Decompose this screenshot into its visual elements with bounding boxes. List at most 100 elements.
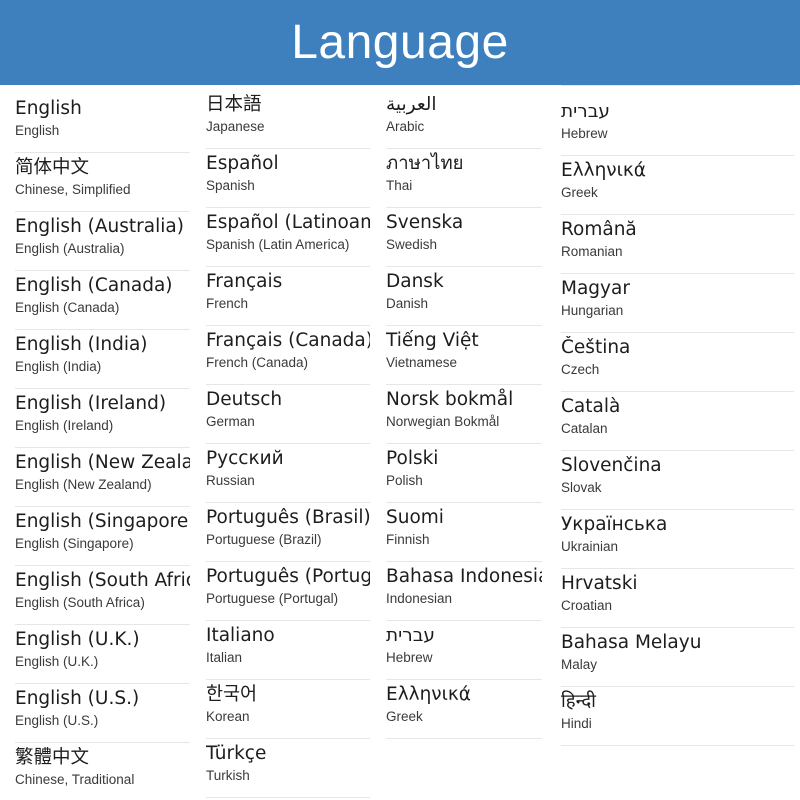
language-option[interactable]: العربية Arabic <box>386 90 542 149</box>
language-english-name: Swedish <box>386 237 438 253</box>
language-english-name: Hebrew <box>386 650 433 666</box>
language-native-name: Français <box>206 271 283 292</box>
language-option[interactable]: Deutsch German <box>206 385 370 444</box>
language-option[interactable]: Magyar Hungarian <box>561 274 794 333</box>
language-option[interactable]: English (New Zealand) English (New Zealan… <box>15 448 190 507</box>
language-option[interactable]: Français French <box>206 267 370 326</box>
language-native-name: Hrvatski <box>561 573 638 594</box>
language-option[interactable]: English (U.K.) English (U.K.) <box>15 625 190 684</box>
language-english-name: Portuguese (Portugal) <box>206 591 339 607</box>
language-native-name: Dansk <box>386 271 444 292</box>
language-option[interactable]: Ελληνικά Greek <box>386 680 542 739</box>
language-english-name: Hebrew <box>561 126 608 142</box>
language-english-name: Malay <box>561 657 598 673</box>
language-english-name: Arabic <box>386 119 425 135</box>
language-option[interactable]: Bahasa Indonesia Indonesian <box>386 562 542 621</box>
language-option[interactable]: Ελληνικά Greek <box>561 156 794 215</box>
language-option[interactable]: English (Canada) English (Canada) <box>15 271 190 330</box>
language-option[interactable]: Svenska Swedish <box>386 208 542 267</box>
language-native-name: Română <box>561 219 637 240</box>
language-option[interactable]: 繁體中文 Chinese, Traditional <box>15 743 190 800</box>
language-option[interactable]: Polski Polish <box>386 444 542 503</box>
language-option[interactable]: ภาษาไทย Thai <box>386 149 542 208</box>
language-native-name: Deutsch <box>206 389 283 410</box>
language-native-name: Čeština <box>561 337 631 358</box>
language-english-name: English (Ireland) <box>15 418 114 434</box>
language-option[interactable]: Español (Latinoamérica) Spanish (Latin Am… <box>206 208 370 267</box>
language-native-name: ภาษาไทย <box>386 153 464 174</box>
language-english-name: Vietnamese <box>386 355 458 371</box>
language-option[interactable]: Norsk bokmål Norwegian Bokmål <box>386 385 542 444</box>
language-native-name: עברית <box>386 625 436 646</box>
language-option[interactable]: हिन्दी Hindi <box>561 687 794 746</box>
language-native-name: Polski <box>386 448 439 469</box>
language-list-4: עברית Hebrew Ελληνικά Greek Română Romanian Ma… <box>561 85 794 746</box>
language-english-name: English (Australia) <box>15 241 125 257</box>
language-option[interactable]: Español Spanish <box>206 149 370 208</box>
language-option[interactable]: English (Singapore) English (Singapore) <box>15 507 190 566</box>
language-native-name: English (Australia) <box>15 216 184 237</box>
language-english-name: Finnish <box>386 532 430 548</box>
language-columns: English English 简体中文 Chinese, Simplified Eng… <box>0 85 800 800</box>
language-native-name: English <box>15 98 82 119</box>
language-option[interactable]: 简体中文 Chinese, Simplified <box>15 153 190 212</box>
language-native-name: Suomi <box>386 507 444 528</box>
language-native-name: 한국어 <box>206 684 258 705</box>
language-option[interactable]: Українська Ukrainian <box>561 510 794 569</box>
language-option[interactable]: English (India) English (India) <box>15 330 190 389</box>
language-english-name: Indonesian <box>386 591 453 607</box>
language-option[interactable]: English (South Africa) English (South Afr… <box>15 566 190 625</box>
language-option[interactable]: עברית Hebrew <box>561 85 794 156</box>
language-option[interactable]: English English <box>15 94 190 153</box>
language-option[interactable]: Català Catalan <box>561 392 794 451</box>
language-native-name: Português (Brasil) <box>206 507 370 528</box>
language-option[interactable]: Italiano Italian <box>206 621 370 680</box>
language-option[interactable]: 한국어 Korean <box>206 680 370 739</box>
language-native-name: English (U.K.) <box>15 629 140 650</box>
language-english-name: English <box>15 123 60 139</box>
language-english-name: Italian <box>206 650 243 666</box>
language-native-name: العربية <box>386 94 437 115</box>
language-native-name: Italiano <box>206 625 275 646</box>
language-option[interactable]: English (Australia) English (Australia) <box>15 212 190 271</box>
language-native-name: Español (Latinoamérica) <box>206 212 370 233</box>
language-option[interactable]: Português (Brasil) Portuguese (Brazil) <box>206 503 370 562</box>
language-option[interactable]: Tiếng Việt Vietnamese <box>386 326 542 385</box>
language-english-name: Hungarian <box>561 303 624 319</box>
language-option[interactable]: Slovenčina Slovak <box>561 451 794 510</box>
language-english-name: Hindi <box>561 716 592 732</box>
language-option[interactable]: Português (Portugal) Portuguese (Portugal… <box>206 562 370 621</box>
language-native-name: Русский <box>206 448 284 469</box>
language-english-name: English (South Africa) <box>15 595 145 611</box>
language-native-name: 繁體中文 <box>15 747 90 768</box>
language-list-2: 日本語 Japanese Español Spanish Español (Latino… <box>206 85 370 798</box>
language-option[interactable]: 日本語 Japanese <box>206 90 370 149</box>
language-native-name: Bahasa Indonesia <box>386 566 542 587</box>
language-option[interactable]: Română Romanian <box>561 215 794 274</box>
language-english-name: English (India) <box>15 359 102 375</box>
language-english-name: English (U.S.) <box>15 713 99 729</box>
language-option[interactable]: עברית Hebrew <box>386 621 542 680</box>
language-option[interactable]: English (Ireland) English (Ireland) <box>15 389 190 448</box>
language-option[interactable]: Hrvatski Croatian <box>561 569 794 628</box>
language-option[interactable]: Dansk Danish <box>386 267 542 326</box>
language-option[interactable]: English (U.S.) English (U.S.) <box>15 684 190 743</box>
language-list-3: العربية Arabic ภาษาไทย Thai Svenska Swedish Da… <box>386 85 542 739</box>
language-option[interactable]: Türkçe Turkish <box>206 739 370 798</box>
language-english-name: Chinese, Traditional <box>15 772 135 788</box>
language-native-name: English (Ireland) <box>15 393 167 414</box>
language-option[interactable]: Русский Russian <box>206 444 370 503</box>
language-option[interactable]: Suomi Finnish <box>386 503 542 562</box>
language-picker-screen: Language English English 简体中文 Chinese, Simp… <box>0 0 800 800</box>
language-english-name: Slovak <box>561 480 602 496</box>
language-option[interactable]: Français (Canada) French (Canada) <box>206 326 370 385</box>
language-column-2: 日本語 Japanese Español Spanish Español (Latino… <box>196 85 376 800</box>
page-title: Language <box>291 15 509 69</box>
language-english-name: Thai <box>386 178 413 194</box>
page-header: Language <box>0 0 800 85</box>
language-option[interactable]: Bahasa Melayu Malay <box>561 628 794 687</box>
language-native-name: English (Canada) <box>15 275 173 296</box>
language-native-name: Português (Portugal) <box>206 566 370 587</box>
language-native-name: Magyar <box>561 278 630 299</box>
language-option[interactable]: Čeština Czech <box>561 333 794 392</box>
